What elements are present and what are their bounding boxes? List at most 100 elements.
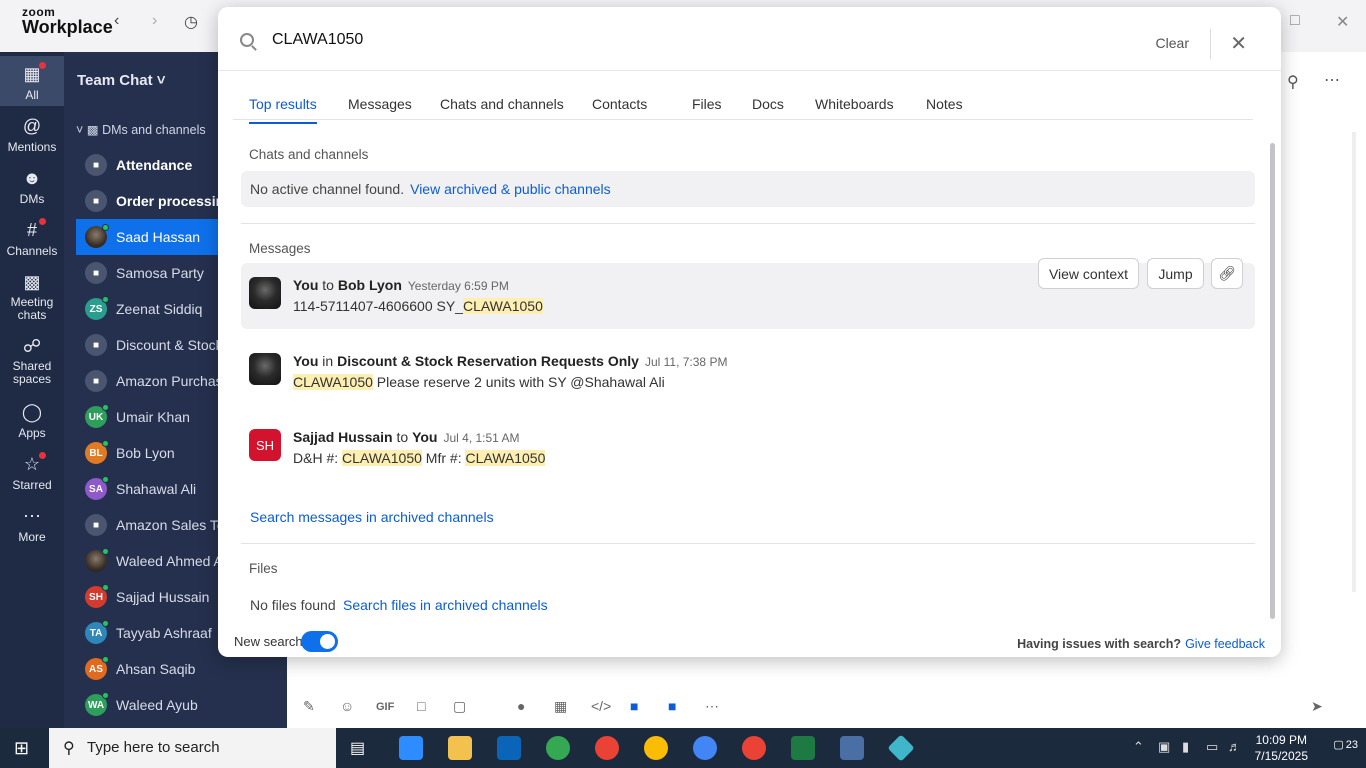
new-search-label: New search <box>234 634 303 649</box>
chrome-icon[interactable] <box>742 736 766 760</box>
search-archived-messages-link[interactable]: Search messages in archived channels <box>250 509 494 525</box>
message-result[interactable]: You in Discount & Stock Reservation Requ… <box>241 339 1255 405</box>
gif-icon[interactable]: GIF <box>376 701 394 713</box>
clock[interactable]: 10:09 PM 7/15/2025 <box>1255 732 1308 764</box>
rail-label: DMs <box>19 192 45 206</box>
chrome-icon[interactable] <box>595 736 619 760</box>
dms-channels-section[interactable]: ˅ ▩ DMs and channels <box>76 122 206 137</box>
zoom-app-icon[interactable] <box>399 736 423 760</box>
windows-start-icon[interactable]: ⊞ <box>14 738 29 759</box>
no-channel-box: No active channel found. View archived & … <box>241 171 1255 207</box>
emoji-icon[interactable]: ☺ <box>340 698 354 714</box>
window-close-icon[interactable]: ✕ <box>1336 12 1349 32</box>
team-chat-title[interactable]: Team Chat ˅ <box>77 72 166 89</box>
rail-starred[interactable]: ☆ Starred <box>0 452 64 492</box>
avatar: SA <box>85 476 109 500</box>
history-icon[interactable]: ◷ <box>184 12 198 32</box>
close-icon[interactable]: ✕ <box>1230 31 1247 56</box>
divider <box>241 223 1255 224</box>
code-icon[interactable]: </> <box>591 698 611 714</box>
lock-icon: ■ <box>85 190 107 212</box>
tray-chevron-icon[interactable]: ⌃ <box>1133 739 1144 755</box>
rail-apps[interactable]: ◯ Apps <box>0 402 64 440</box>
tab-files[interactable]: Files <box>692 96 722 122</box>
search-input[interactable] <box>272 31 972 49</box>
back-icon[interactable]: ‹ <box>114 12 119 30</box>
tray-app-icon[interactable]: ▣ <box>1158 739 1170 755</box>
rail-shared-spaces[interactable]: ☍ Shared spaces <box>0 336 64 386</box>
excel-icon[interactable] <box>791 736 815 760</box>
outlook-icon[interactable] <box>497 736 521 760</box>
tab-docs[interactable]: Docs <box>752 96 784 122</box>
more-composer-icon[interactable]: ⋯ <box>705 698 719 715</box>
rail-mentions[interactable]: @ Mentions <box>0 116 64 154</box>
taskbar-search[interactable]: ⚲ Type here to search <box>49 728 336 768</box>
network-icon[interactable]: ▭ <box>1206 739 1218 755</box>
sidebar-item-label: Tayyab Ashraaf <box>116 625 212 641</box>
tab-chats-and-channels[interactable]: Chats and channels <box>440 96 564 122</box>
rail-meeting-chats[interactable]: ▩ Meeting chats <box>0 272 64 322</box>
tab-notes[interactable]: Notes <box>926 96 963 122</box>
lock-icon: ■ <box>85 262 107 284</box>
format-icon[interactable]: ✎ <box>303 698 315 715</box>
chrome-icon[interactable] <box>693 736 717 760</box>
tab-messages[interactable]: Messages <box>348 96 412 122</box>
app-icon[interactable] <box>887 734 915 762</box>
view-archived-channels-link[interactable]: View archived & public channels <box>410 181 611 197</box>
calendar-icon: ▩ <box>23 272 41 292</box>
file-icon[interactable]: □ <box>417 698 425 714</box>
link-icon: 🔗︎ <box>1218 265 1236 281</box>
copy-link-button[interactable]: 🔗︎ <box>1211 258 1243 289</box>
give-feedback-link[interactable]: Give feedback <box>1185 637 1265 651</box>
rail-label: Apps <box>18 426 46 440</box>
rail-more[interactable]: ⋯ More <box>0 506 64 544</box>
sidebar-item-label: Attendance <box>116 157 193 173</box>
clear-button[interactable]: Clear <box>1156 35 1189 51</box>
sidebar-item-label: Zeenat Siddiq <box>116 301 203 317</box>
clock-date: 7/15/2025 <box>1254 749 1308 763</box>
file-explorer-icon[interactable] <box>448 736 472 760</box>
app-icon[interactable]: ■ <box>668 698 676 714</box>
screenshot-icon[interactable]: ▢ <box>453 698 466 715</box>
main-scrollbar[interactable] <box>1352 132 1356 592</box>
video-icon[interactable]: ▦ <box>554 698 567 715</box>
chrome-icon[interactable] <box>644 736 668 760</box>
search-icon[interactable]: ⚲ <box>1287 72 1299 92</box>
shared-icon: ☍ <box>22 336 42 356</box>
tab-top-results[interactable]: Top results <box>249 96 317 124</box>
app-icon[interactable]: ■ <box>630 698 638 714</box>
microphone-icon[interactable]: ● <box>517 698 525 714</box>
battery-icon[interactable]: ▮ <box>1182 739 1189 755</box>
tab-whiteboards[interactable]: Whiteboards <box>815 96 894 122</box>
rail-dms[interactable]: ☻ DMs <box>0 168 64 206</box>
notification-icon[interactable]: ▢ 23 <box>1333 738 1358 751</box>
forward-icon[interactable]: › <box>152 12 157 30</box>
lock-icon: ■ <box>85 514 107 536</box>
chrome-icon[interactable] <box>546 736 570 760</box>
lock-icon: ■ <box>85 154 107 176</box>
lock-icon: ■ <box>85 334 107 356</box>
rail-label: More <box>18 530 46 544</box>
message-result[interactable]: SH Sajjad Hussain to You Jul 4, 1:51 AM D… <box>241 415 1255 481</box>
avatar: SH <box>249 429 281 461</box>
rail-all[interactable]: ▦ All <box>0 56 64 106</box>
sidebar-item-label: Saad Hassan <box>116 229 201 245</box>
view-context-button[interactable]: View context <box>1038 258 1139 289</box>
message-result[interactable]: You to Bob Lyon Yesterday 6:59 PM 114-571… <box>241 258 1255 329</box>
send-icon[interactable]: ➤ <box>1311 698 1323 715</box>
volume-icon[interactable]: ♬ <box>1228 739 1241 754</box>
rail-channels[interactable]: # Channels <box>0 218 64 258</box>
task-view-icon[interactable]: ▤ <box>350 738 365 758</box>
search-archived-files-link[interactable]: Search files in archived channels <box>343 597 548 613</box>
windows-taskbar: ⊞ ⚲ Type here to search ▤ ⌃ ▣ ▮ ▭ ♬ 10:0… <box>0 728 1366 768</box>
more-options-icon[interactable]: ⋯ <box>1324 70 1340 90</box>
jump-button[interactable]: Jump <box>1147 258 1204 289</box>
search-modal: Clear ✕ Top results Messages Chats and c… <box>218 7 1281 657</box>
maximize-icon[interactable]: □ <box>1290 12 1300 30</box>
sidebar-item[interactable]: WA Waleed Ayub <box>76 687 287 723</box>
tab-contacts[interactable]: Contacts <box>592 96 647 122</box>
new-search-toggle[interactable] <box>301 631 338 652</box>
divider <box>1210 29 1211 59</box>
calculator-icon[interactable] <box>840 736 864 760</box>
results-scrollbar[interactable] <box>1270 143 1275 619</box>
